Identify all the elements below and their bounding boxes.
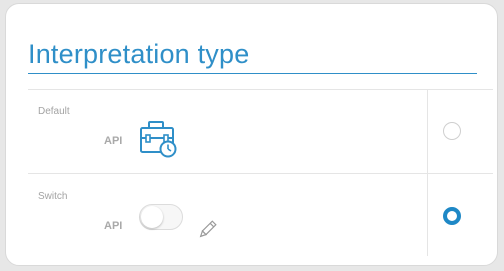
title-underline [28,73,477,74]
radio-default[interactable] [443,122,461,140]
row-divider-top [28,89,493,90]
api-label-default: API [104,135,123,147]
pencil-icon [196,219,218,246]
api-label-switch: API [104,220,123,232]
row-label-default: Default [38,106,70,117]
toggle-knob [141,206,163,228]
row-divider-middle [28,173,493,174]
briefcase-clock-icon [139,120,179,165]
radio-switch[interactable] [443,207,461,225]
interpretation-type-card: Interpretation type Default API Switch A… [5,3,498,266]
row-label-switch: Switch [38,191,68,202]
card-title: Interpretation type [28,39,250,69]
toggle-switch-icon[interactable] [139,204,183,230]
column-divider [427,89,428,256]
